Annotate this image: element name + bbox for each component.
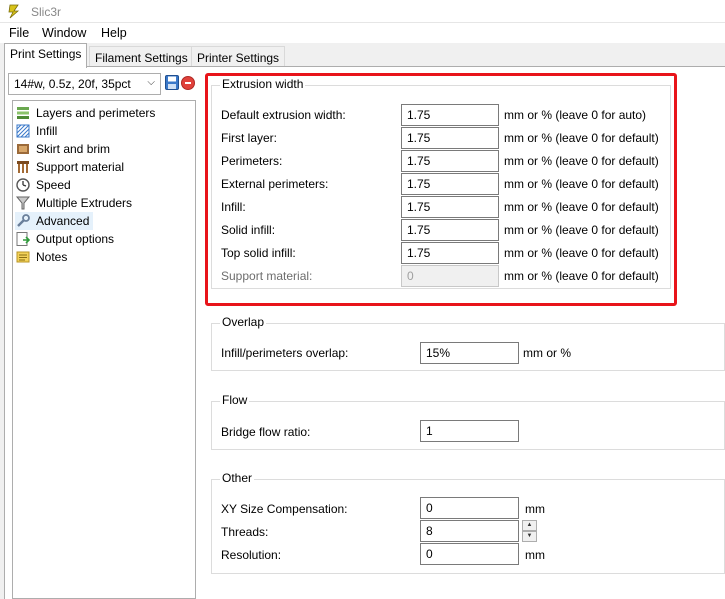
page-item-notes[interactable]: Notes bbox=[15, 248, 71, 266]
support-material-icon bbox=[17, 161, 29, 173]
flow-group: Flow Bridge flow ratio: 1 bbox=[211, 393, 725, 450]
settings-tabs: Print Settings Filament Settings Printer… bbox=[0, 43, 725, 68]
skirt-brim-icon bbox=[17, 144, 29, 154]
wrench-icon bbox=[17, 214, 30, 227]
resolution-input[interactable]: 0 bbox=[420, 543, 519, 565]
infill-perimeters-overlap-input[interactable]: 15% bbox=[420, 342, 519, 364]
speed-icon bbox=[16, 178, 30, 192]
funnel-icon bbox=[15, 196, 31, 210]
bridge-flow-ratio-label: Bridge flow ratio: bbox=[221, 425, 311, 439]
bridge-flow-ratio-input[interactable]: 1 bbox=[420, 420, 519, 442]
menu-file[interactable]: File bbox=[9, 26, 29, 40]
page-item-advanced[interactable]: Advanced bbox=[15, 212, 94, 230]
chevron-down-icon: ⌵ bbox=[147, 77, 155, 88]
highlight-annotation bbox=[205, 73, 677, 306]
xy-size-compensation-label: XY Size Compensation: bbox=[221, 502, 348, 516]
page-item-output-options[interactable]: Output options bbox=[15, 230, 118, 248]
page-item-layers-and-perimeters[interactable]: Layers and perimeters bbox=[15, 104, 159, 122]
menu-help[interactable]: Help bbox=[101, 26, 127, 40]
menu-bar: File Window Help bbox=[0, 23, 725, 43]
resolution-label: Resolution: bbox=[221, 548, 282, 562]
menu-window[interactable]: Window bbox=[42, 26, 86, 40]
output-icon bbox=[16, 232, 31, 246]
page-item-skirt-and-brim[interactable]: Skirt and brim bbox=[15, 140, 114, 158]
preset-dropdown[interactable]: 14#w, 0.5z, 20f, 35pct ⌵ bbox=[8, 73, 161, 95]
title-bar: Slic3r bbox=[0, 0, 725, 23]
xy-size-compensation-unit: mm bbox=[525, 502, 545, 516]
tab-filament-settings[interactable]: Filament Settings bbox=[89, 46, 194, 68]
notes-icon bbox=[16, 251, 30, 263]
flow-title: Flow bbox=[220, 393, 250, 407]
delete-preset-icon[interactable] bbox=[181, 76, 195, 90]
overlap-title: Overlap bbox=[220, 315, 267, 329]
slic3r-logo-icon bbox=[8, 4, 20, 19]
page-item-infill[interactable]: Infill bbox=[15, 122, 61, 140]
infill-icon bbox=[16, 124, 30, 138]
layers-icon bbox=[17, 107, 29, 119]
threads-increment-button[interactable]: ▲ bbox=[522, 520, 537, 531]
save-preset-icon[interactable] bbox=[165, 75, 179, 90]
infill-perimeters-overlap-label: Infill/perimeters overlap: bbox=[221, 346, 349, 360]
tab-printer-settings[interactable]: Printer Settings bbox=[191, 46, 286, 68]
threads-input[interactable]: 8 bbox=[420, 520, 519, 542]
tab-print-settings[interactable]: Print Settings bbox=[4, 43, 88, 68]
page-item-speed[interactable]: Speed bbox=[15, 176, 75, 194]
resolution-unit: mm bbox=[525, 548, 545, 562]
settings-page-list[interactable]: Layers and perimeters Infill Skirt and b… bbox=[12, 100, 196, 599]
other-title: Other bbox=[220, 471, 255, 485]
page-item-multiple-extruders[interactable]: Multiple Extruders bbox=[15, 194, 136, 212]
other-group: Other XY Size Compensation: 0 mm Threads… bbox=[211, 471, 725, 574]
window-title: Slic3r bbox=[31, 5, 62, 19]
page-item-support-material[interactable]: Support material bbox=[15, 158, 128, 176]
xy-size-compensation-input[interactable]: 0 bbox=[420, 497, 519, 519]
threads-decrement-button[interactable]: ▼ bbox=[522, 531, 537, 542]
overlap-group: Overlap Infill/perimeters overlap: 15% m… bbox=[211, 315, 725, 371]
overlap-unit: mm or % bbox=[523, 346, 571, 360]
preset-value: 14#w, 0.5z, 20f, 35pct bbox=[14, 77, 131, 91]
threads-label: Threads: bbox=[221, 525, 269, 539]
